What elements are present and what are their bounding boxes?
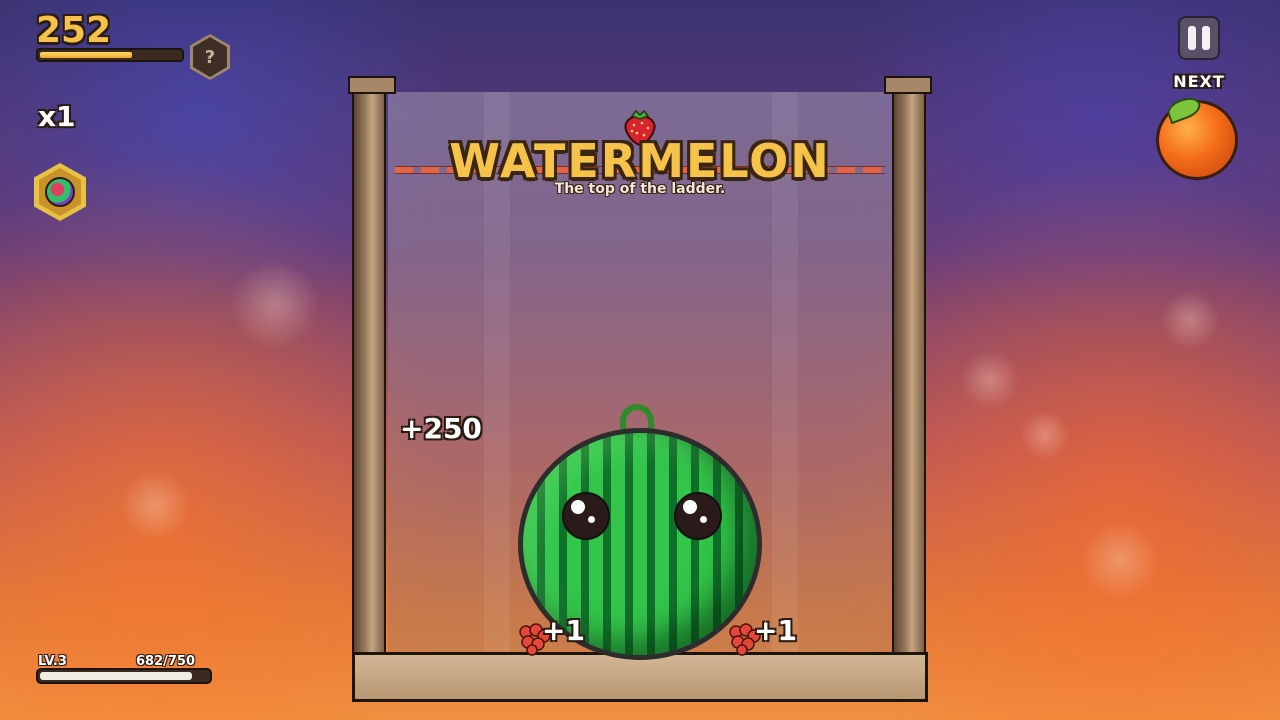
leaf-icon: [1164, 93, 1204, 125]
score-progress-bar: [36, 48, 184, 62]
combo-multiplier: x1: [38, 100, 76, 133]
bokeh-light: [1160, 290, 1220, 350]
bokeh-light: [1080, 520, 1160, 600]
xp-progress-fill: [40, 672, 193, 680]
help-button[interactable]: ?: [190, 34, 230, 80]
bokeh-light: [1020, 410, 1070, 460]
pause-button[interactable]: [1178, 16, 1220, 60]
right-wall-cap: [884, 76, 932, 94]
gem-icon: [45, 177, 75, 207]
bokeh-light: [120, 470, 190, 540]
left-bonus-popup: +1: [542, 614, 585, 647]
powerup-frame: [39, 168, 81, 216]
left-wall-cap: [348, 76, 396, 94]
score-value: 252: [36, 10, 112, 51]
orange-icon: [1156, 93, 1238, 180]
fruit-unlock-title: WATERMELON: [449, 134, 831, 188]
watermelon-left-eye: [562, 492, 610, 540]
right-bonus-popup: +1: [754, 614, 797, 647]
points-popup: +250: [400, 412, 482, 445]
fruit-unlock-subtitle: The top of the ladder.: [554, 181, 726, 197]
pause-icon: [1188, 26, 1196, 50]
powerup-button[interactable]: [34, 163, 86, 221]
pause-icon: [1202, 26, 1210, 50]
level-label: LV.3: [38, 654, 67, 669]
right-wall: [892, 92, 926, 666]
xp-text: 682/750: [136, 654, 196, 669]
watermelon-right-eye: [674, 492, 722, 540]
bokeh-light: [960, 350, 1020, 410]
next-label: NEXT: [1173, 72, 1225, 91]
xp-progress-bar: [36, 668, 212, 684]
score-progress-fill: [40, 52, 133, 58]
help-label: ?: [193, 37, 227, 77]
bokeh-light: [230, 260, 320, 350]
left-wall: [352, 92, 386, 666]
